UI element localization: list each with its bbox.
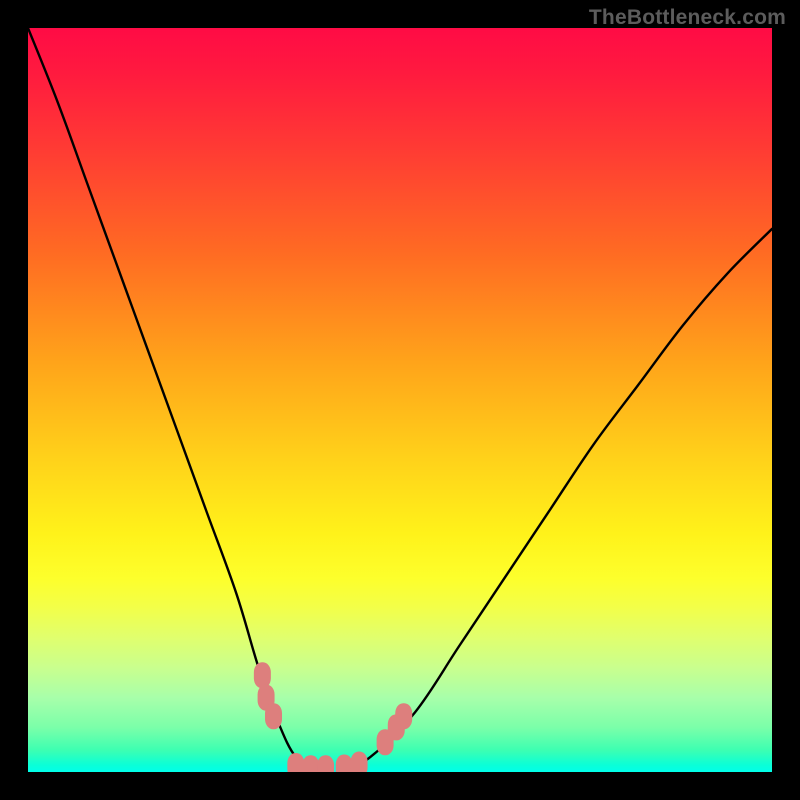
watermark-text: TheBottleneck.com — [589, 6, 786, 30]
curve-marker — [395, 703, 412, 729]
curve-markers — [254, 662, 412, 772]
bottleneck-curve-path — [28, 28, 772, 772]
curve-marker — [302, 755, 319, 772]
curve-marker — [254, 662, 271, 688]
curve-marker — [336, 755, 353, 772]
bottleneck-chart — [28, 28, 772, 772]
curve-marker — [265, 703, 282, 729]
chart-frame — [28, 28, 772, 772]
curve-marker — [351, 752, 368, 772]
curve-marker — [317, 755, 334, 772]
curve-marker — [287, 753, 304, 772]
